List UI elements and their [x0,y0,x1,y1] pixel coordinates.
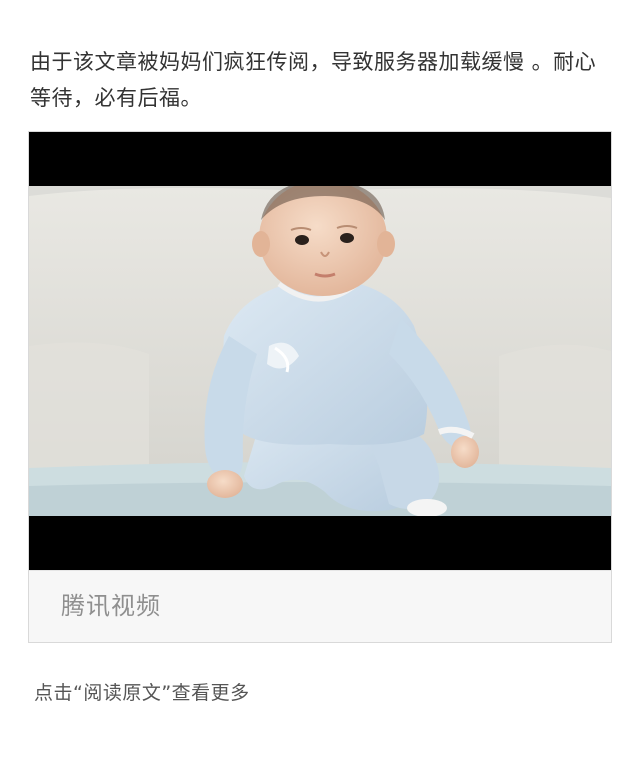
article-paragraph: 由于该文章被妈妈们疯狂传阅，导致服务器加载缓慢 。耐心等待，必有后福。 [30,50,597,110]
video-source-label: 腾讯视频 [61,592,161,620]
video-card[interactable]: 腾讯视频 [28,131,612,643]
video-footer: 腾讯视频 [29,570,611,642]
read-original-link[interactable]: 点击“阅读原文”查看更多 [34,678,250,708]
video-thumbnail[interactable] [29,186,611,516]
video-player[interactable] [29,132,611,570]
baby-photo-illustration [29,186,611,516]
